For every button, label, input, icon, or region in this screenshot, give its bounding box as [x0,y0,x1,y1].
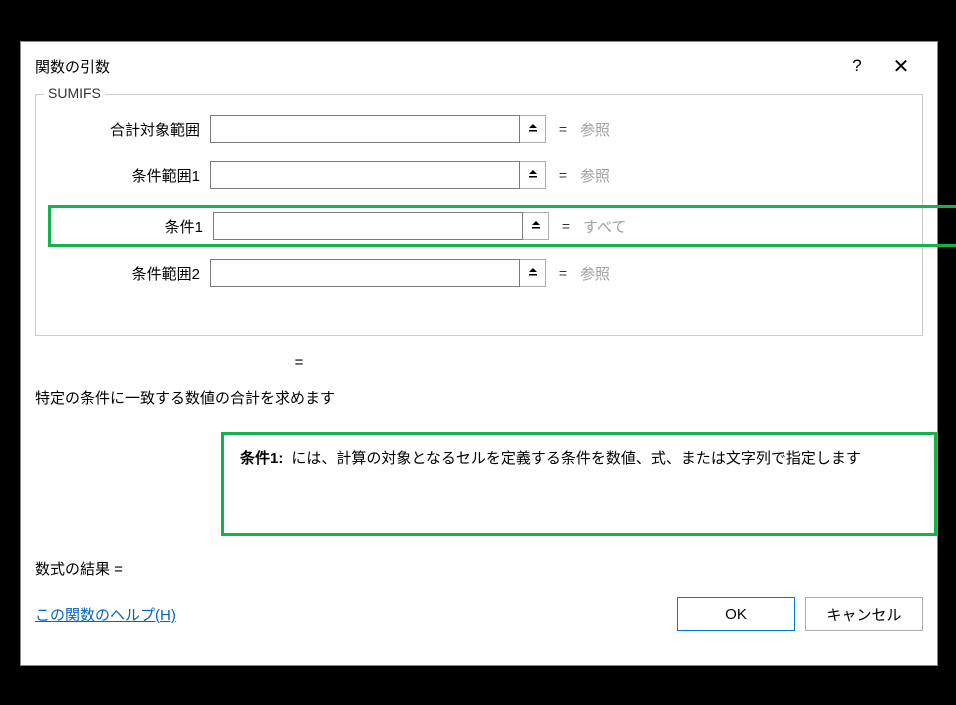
ok-button[interactable]: OK [677,597,795,631]
arg-label: 条件範囲2 [52,263,210,284]
arg-label: 条件範囲1 [52,165,210,186]
arg-hint: 参照 [580,165,610,186]
arg-hint: 参照 [580,119,610,140]
arg-row-criteria1: 条件1 = すべて [51,210,956,242]
function-name: SUMIFS [44,85,105,101]
arg-hint: 参照 [580,263,610,284]
function-help-link[interactable]: この関数のヘルプ(H) [35,604,176,625]
arg-row-sum-range: 合計対象範囲 = 参照 [52,113,906,145]
titlebar: 関数の引数 ? ✕ [21,42,937,86]
help-button[interactable]: ? [835,48,879,84]
arg-input-criteria-range2[interactable] [210,259,520,287]
collapse-dialog-icon[interactable] [520,259,546,287]
arg-input-sum-range[interactable] [210,115,520,143]
result-equals: = [35,354,923,371]
arg-row-criteria-range1: 条件範囲1 = 参照 [52,159,906,191]
arg-input-criteria1[interactable] [213,212,523,240]
argument-description-box: 条件1: には、計算の対象となるセルを定義する条件を数値、式、または文字列で指定… [221,432,937,536]
arg-desc-label: 条件1: [240,447,283,468]
arguments-group: SUMIFS 合計対象範囲 = 参照 条件範囲1 = 参照 [35,94,923,336]
arg-label: 条件1 [55,216,213,237]
bottom-bar: この関数のヘルプ(H) OK キャンセル [21,579,937,631]
equals-sign: = [546,167,580,183]
dialog-title: 関数の引数 [35,56,835,77]
equals-sign: = [549,218,583,234]
collapse-dialog-icon[interactable] [520,115,546,143]
arg-hint: すべて [583,216,626,237]
equals-sign: = [546,265,580,281]
equals-sign: = [546,121,580,137]
formula-result-label: 数式の結果 = [21,536,937,579]
collapse-dialog-icon[interactable] [520,161,546,189]
arg-input-criteria-range1[interactable] [210,161,520,189]
arg-desc-text: には、計算の対象となるセルを定義する条件を数値、式、または文字列で指定します [291,447,861,468]
arg-row-criteria-range2: 条件範囲2 = 参照 [52,257,906,289]
collapse-dialog-icon[interactable] [523,212,549,240]
arg-label: 合計対象範囲 [52,119,210,140]
cancel-button[interactable]: キャンセル [805,597,923,631]
function-description: 特定の条件に一致する数値の合計を求めます [21,381,937,408]
function-arguments-dialog: 関数の引数 ? ✕ SUMIFS 合計対象範囲 = 参照 条件範囲1 [20,41,938,666]
highlighted-criteria1: 条件1 = すべて [48,205,956,247]
close-button[interactable]: ✕ [879,48,923,84]
content-area: SUMIFS 合計対象範囲 = 参照 条件範囲1 = 参照 [21,94,937,371]
